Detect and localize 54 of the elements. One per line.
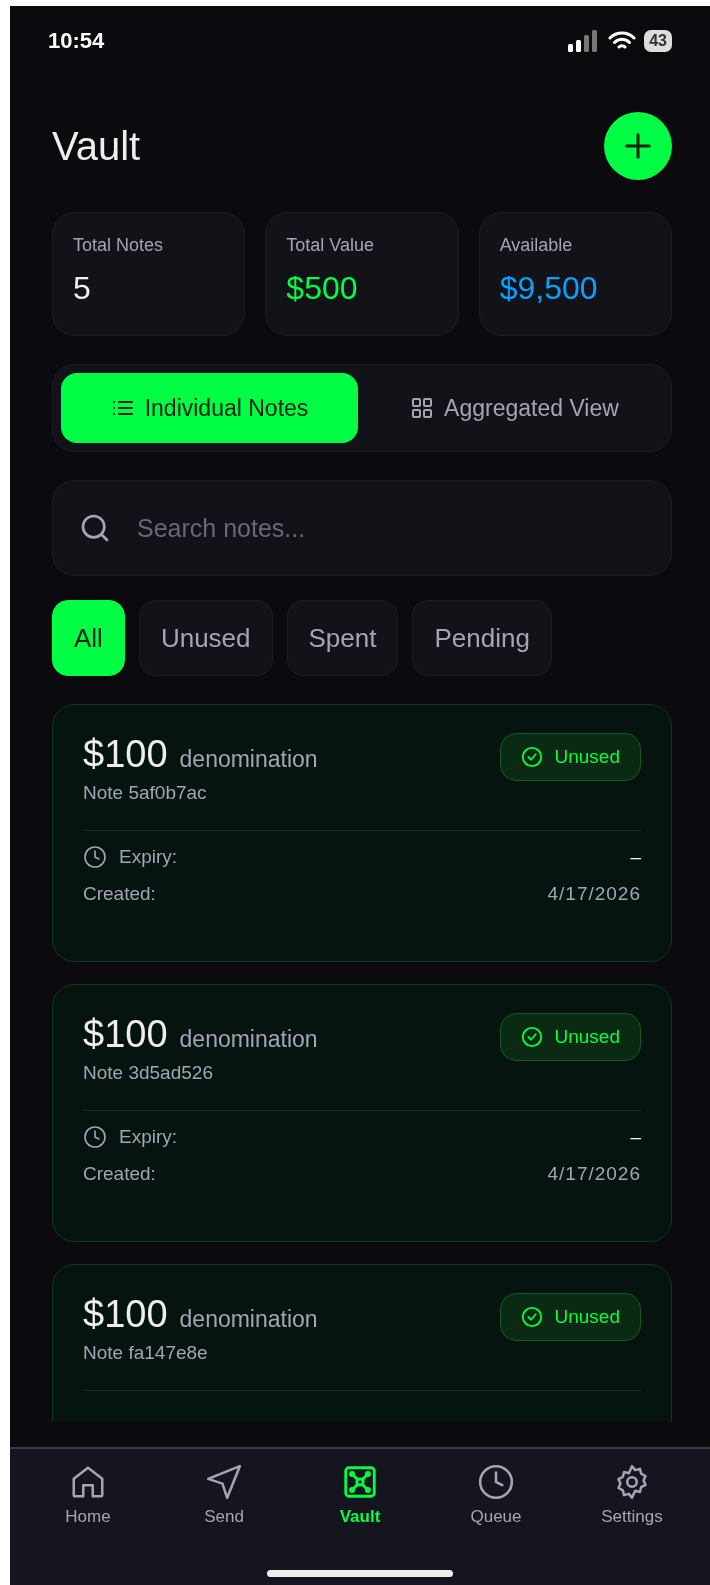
status-text: Unused [554, 1026, 620, 1048]
check-circle-icon [520, 1026, 543, 1048]
created-value: 4/17/2026 [547, 1163, 641, 1185]
paper-plane-icon [205, 1463, 243, 1501]
nav-item[interactable]: Home [20, 1449, 156, 1533]
filter-chip[interactable]: Unused [138, 600, 273, 676]
nav-item[interactable]: Vault [292, 1449, 428, 1533]
note-id: Note fa147e8e [83, 1342, 209, 1364]
nav-item[interactable]: Settings [564, 1449, 700, 1533]
note-amount: $100 [83, 1013, 168, 1055]
filter-chip[interactable]: Spent [286, 600, 399, 676]
expiry-label: Expiry: [119, 1126, 178, 1148]
note-card[interactable]: $100 denomination Note fa147e8e Unused [52, 1264, 672, 1422]
nav-item[interactable]: Queue [428, 1449, 564, 1533]
note-card[interactable]: $100 denomination Note 3d5ad526 Unused Expiry: – Created: 4/17/2026 [52, 984, 672, 1242]
filter-chip[interactable]: All [52, 600, 125, 676]
note-id: Note 5af0b7ac [83, 782, 208, 804]
clock-icon [83, 845, 107, 869]
stat-label: Total Value [286, 235, 376, 256]
clock-icon [83, 1125, 107, 1149]
created-label: Created: [83, 1163, 156, 1185]
grid-icon [410, 396, 435, 420]
filter-chip[interactable]: Pending [412, 600, 552, 676]
nav-item[interactable]: Send [156, 1449, 292, 1533]
check-circle-icon [520, 1306, 543, 1328]
note-unit: denomination [179, 1306, 318, 1332]
status-text: Unused [554, 1306, 620, 1328]
expiry-value: – [630, 846, 641, 868]
check-circle-icon [520, 746, 543, 768]
note-id: Note 3d5ad526 [83, 1062, 214, 1084]
stat-label: Available [499, 235, 574, 256]
stat-value: $500 [286, 270, 359, 307]
note-card[interactable]: $100 denomination Note 5af0b7ac Unused Expiry: – Created: 4/17/2026 [52, 704, 672, 962]
note-amount: $100 [83, 733, 168, 775]
stat-value: 5 [73, 270, 92, 307]
stat-label: Total Notes [73, 235, 165, 256]
expiry-value: – [630, 1126, 641, 1148]
note-unit: denomination [179, 746, 318, 772]
status-text: Unused [554, 746, 620, 768]
created-label: Created: [83, 883, 156, 905]
battery-indicator: 43 [644, 30, 672, 52]
vault-icon [341, 1463, 379, 1501]
note-amount: $100 [83, 1293, 168, 1335]
view-tab[interactable]: Individual Notes [61, 373, 358, 443]
expiry-label: Expiry: [119, 846, 178, 868]
search-field[interactable]: Search notes... [52, 480, 672, 576]
clock-icon [477, 1463, 515, 1501]
page-title: Vault [52, 123, 141, 169]
status-time: 10:54 [48, 28, 105, 54]
plus-icon [623, 131, 653, 161]
created-value: 4/17/2026 [547, 883, 641, 905]
stat-value: $9,500 [499, 270, 599, 307]
note-unit: denomination [179, 1026, 318, 1052]
view-tab[interactable]: Aggregated View [366, 373, 663, 443]
